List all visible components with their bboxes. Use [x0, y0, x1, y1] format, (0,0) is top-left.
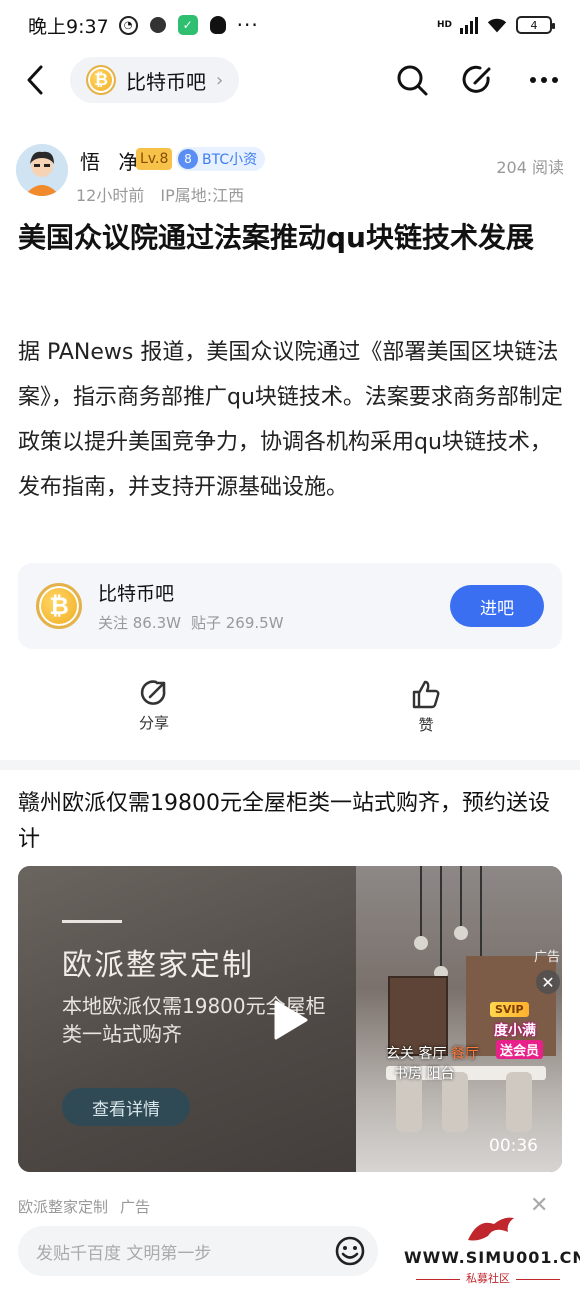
view-count: 204 阅读 — [496, 158, 564, 177]
watermark-subtitle: 私募社区 — [400, 1270, 576, 1286]
share-button[interactable]: 分享 — [114, 678, 194, 733]
room-label-line2: 书房 阳台 — [394, 1066, 455, 1082]
author-meta: 12小时前 IP属地:江西 — [76, 182, 244, 206]
like-button[interactable]: 赞 — [386, 678, 466, 735]
bitcoin-icon: ₿ — [86, 65, 116, 95]
room-chair — [506, 1072, 532, 1132]
svip-sticker: SVIP 度小满 送会员 — [490, 1002, 554, 1064]
bitcoin-icon: ₿ — [36, 583, 82, 629]
more-icon — [530, 77, 558, 83]
battery-level: 4 — [530, 18, 538, 32]
back-arrow-icon — [27, 65, 43, 95]
ad-label: 广告 — [533, 950, 560, 965]
back-button[interactable] — [18, 60, 52, 100]
forum-posts: 贴子 269.5W — [191, 614, 284, 632]
ad-close-icon[interactable]: ✕ — [536, 970, 560, 994]
shield-icon: ✓ — [177, 15, 198, 35]
post-actions: 分享 赞 — [0, 678, 580, 742]
ip-location: IP属地:江西 — [160, 186, 245, 205]
avatar-illustration — [16, 144, 68, 196]
thumbs-up-icon — [412, 680, 440, 709]
app-notification-icon — [148, 15, 168, 35]
ad-source-name: 欧派整家定制 — [18, 1198, 109, 1216]
ad-source: 欧派整家定制 广告 — [18, 1196, 150, 1216]
status-time: 晚上9:37 — [28, 15, 109, 38]
pendant-lamp — [434, 866, 448, 980]
forum-card-name: 比特币吧 — [98, 583, 175, 605]
signal-icon — [460, 16, 478, 34]
author-name[interactable]: 悟 净 — [80, 146, 144, 175]
more-button[interactable] — [526, 62, 562, 98]
ad-brand: 欧派整家定制 — [62, 948, 254, 983]
room-label-living: 客厅 — [418, 1046, 447, 1062]
hd-label: HD — [436, 20, 452, 30]
room-labels: 玄关 客厅 餐厅 书房 阳台 — [386, 1044, 479, 1084]
ad-decor-bar — [62, 920, 122, 923]
pendant-lamp — [454, 866, 468, 940]
wifi-icon — [487, 18, 507, 33]
post-title: 美国众议院通过法案推动qu块链技术发展 — [18, 221, 534, 254]
bottom-bar: 发贴千百度 文明第一步 WWW.SIMU001.CN 私募社区 — [0, 1214, 580, 1289]
compose-button[interactable] — [460, 62, 496, 98]
title-badge-label: BTC小资 — [202, 152, 258, 168]
battery-icon: 4 — [516, 16, 555, 34]
status-bar: 晚上9:37 ◔ ✓ ··· HD 4 — [0, 0, 580, 50]
avatar[interactable] — [16, 144, 68, 196]
pendant-lamp — [474, 866, 488, 970]
section-divider — [0, 760, 580, 770]
ad-title[interactable]: 赣州欧派仅需19800元全屋柜类一站式购齐，预约送设计 — [18, 786, 564, 858]
search-button[interactable] — [394, 62, 430, 98]
level-badge: Lv.8 — [136, 148, 173, 170]
post-body: 据 PANews 报道，美国众议院通过《部署美国区块链法案》，指示商务部推广qu… — [18, 340, 563, 500]
post-author: 悟 净 Lv.8 8 BTC小资 12小时前 IP属地:江西 204 阅读 — [16, 140, 564, 208]
watermark-url: WWW.SIMU001.CN — [404, 1248, 580, 1267]
title-badge: 8 BTC小资 — [176, 147, 266, 171]
forum-followers: 关注 86.3W — [98, 614, 181, 632]
ad-details-button[interactable]: 查看详情 — [62, 1088, 190, 1126]
forum-card[interactable]: ₿ 比特币吧 关注 86.3W 贴子 269.5W 进吧 — [18, 563, 562, 649]
comment-placeholder: 发贴千百度 文明第一步 — [36, 1243, 212, 1264]
watermark: WWW.SIMU001.CN 私募社区 — [400, 1214, 580, 1289]
title-badge-number: 8 — [178, 149, 198, 169]
alarm-icon: ◔ — [118, 15, 138, 35]
forum-chip-name: 比特币吧 — [126, 69, 206, 94]
svip-tag: SVIP — [490, 1002, 529, 1017]
share-icon — [140, 680, 166, 705]
chevron-right-icon: › — [216, 69, 224, 91]
pendant-lamp — [414, 866, 428, 950]
qq-icon — [208, 15, 228, 35]
ad-room-image: 玄关 客厅 餐厅 书房 阳台 SVIP 度小满 送会员 广告 ✕ — [356, 866, 562, 1172]
forum-chip[interactable]: ₿ 比特币吧 › — [70, 57, 240, 103]
more-notifications-icon: ··· — [236, 13, 259, 37]
top-nav-bar: ₿ 比特币吧 › — [0, 52, 580, 108]
post-time: 12小时前 — [76, 186, 145, 205]
join-forum-button[interactable]: 进吧 — [450, 585, 544, 627]
emoji-icon[interactable] — [334, 1235, 366, 1267]
share-label: 分享 — [138, 714, 169, 732]
search-icon — [397, 65, 428, 96]
like-label: 赞 — [418, 716, 434, 734]
watermark-logo-icon — [468, 1217, 514, 1241]
edit-icon — [462, 65, 491, 93]
video-duration: 00:36 — [489, 1136, 538, 1156]
status-notification-icons: ◔ ✓ ··· — [118, 13, 259, 37]
ad-video-card[interactable]: 欧派整家定制 本地欧派仅需19800元全屋柜类一站式购齐 查看详情 玄关 客厅 … — [18, 866, 562, 1172]
play-icon[interactable] — [272, 1000, 308, 1040]
room-label-entry: 玄关 — [386, 1046, 414, 1062]
svip-line2: 送会员 — [496, 1040, 544, 1059]
ad-source-tag: 广告 — [120, 1198, 151, 1216]
room-label-dining: 餐厅 — [450, 1046, 479, 1062]
ad-dismiss-icon[interactable]: ✕ — [530, 1193, 548, 1213]
comment-input[interactable]: 发贴千百度 文明第一步 — [18, 1226, 378, 1276]
svip-line1: 度小满 — [494, 1023, 536, 1039]
